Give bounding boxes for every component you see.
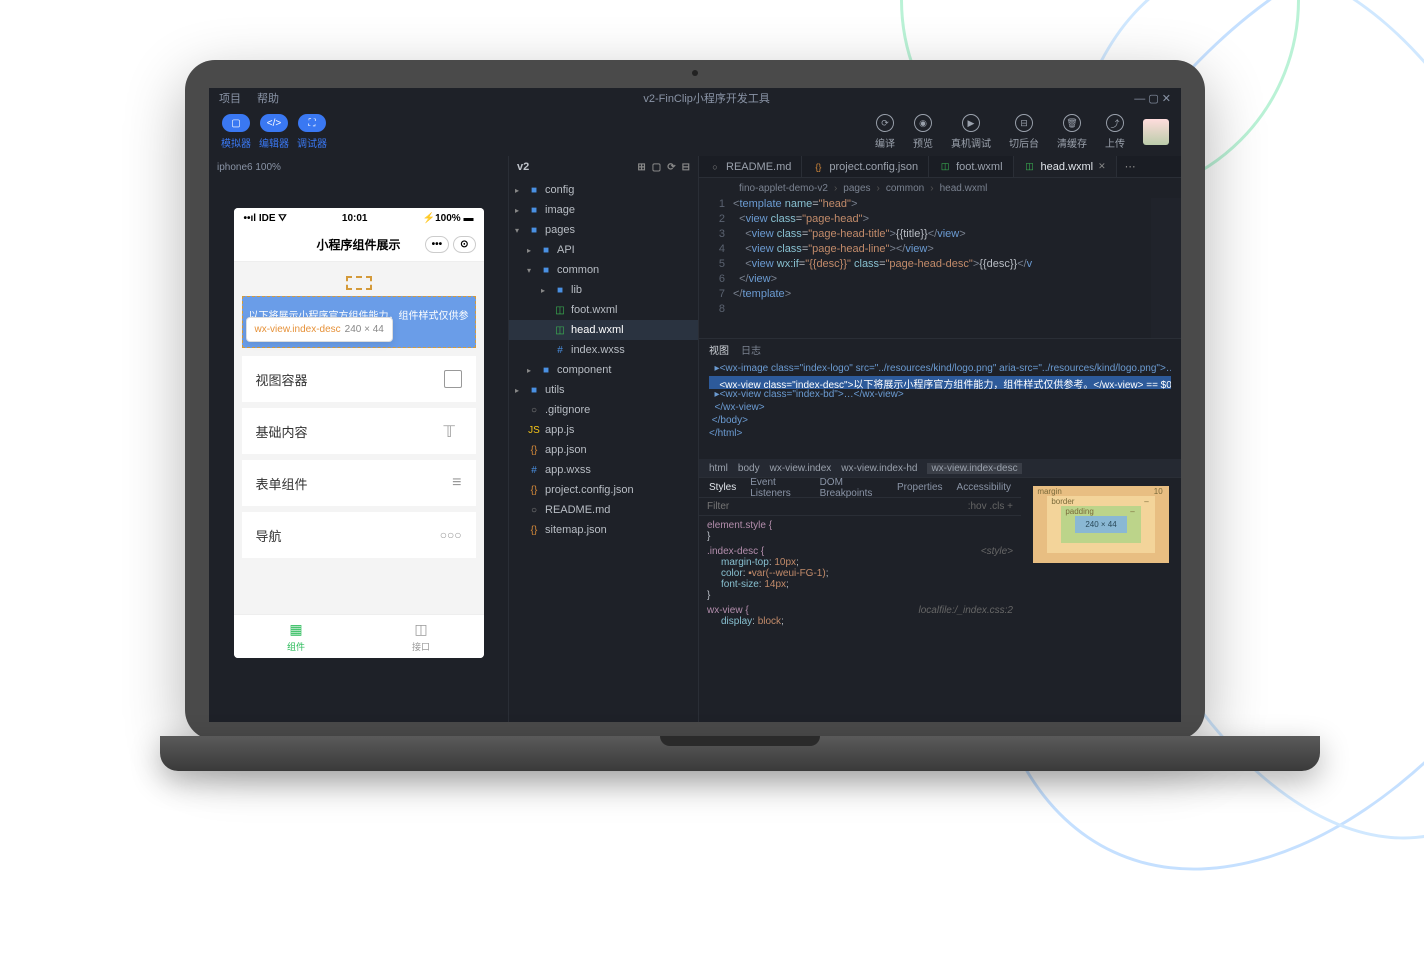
menu-item-view-container[interactable]: 视图容器	[242, 356, 476, 402]
editor-tab[interactable]: ◫head.wxml✕	[1014, 156, 1117, 177]
device-info[interactable]: iphone6 100%	[209, 156, 508, 178]
ide-window: 项目 帮助 v2-FinClip小程序开发工具 — ▢ ✕ ▢ 模拟器 </> …	[209, 88, 1181, 722]
dom-breadcrumb: html body wx-view.index wx-view.index-hd…	[699, 459, 1181, 477]
compile-button[interactable]: ⟳编译	[875, 114, 895, 150]
menu-item[interactable]: 帮助	[257, 90, 279, 106]
preview-button[interactable]: ◉预览	[913, 114, 933, 150]
user-avatar[interactable]	[1143, 119, 1169, 145]
tab-properties[interactable]: Properties	[897, 482, 943, 493]
text-icon: 𝕋	[444, 422, 462, 440]
refresh-icon[interactable]: ⟳	[667, 162, 675, 173]
toolbar: ▢ 模拟器 </> 编辑器 ⛶ 调试器 ⟳编译 ◉预览 ▶真机调试	[209, 108, 1181, 156]
page-title: 小程序组件展示	[316, 236, 400, 253]
menu-item-form[interactable]: 表单组件≡	[242, 460, 476, 506]
file-item[interactable]: ◫foot.wxml	[509, 300, 698, 320]
new-file-icon[interactable]: ⊞	[637, 162, 645, 173]
project-root[interactable]: v2	[517, 161, 529, 173]
minimap[interactable]	[1151, 198, 1181, 338]
background-icon: ⊟	[1015, 114, 1033, 132]
devtools-tab-elements[interactable]: 视图	[709, 342, 729, 357]
laptop-frame: 项目 帮助 v2-FinClip小程序开发工具 — ▢ ✕ ▢ 模拟器 </> …	[160, 60, 1230, 790]
device-icon: ▶	[962, 114, 980, 132]
folder-item[interactable]: ▸■config	[509, 180, 698, 200]
box-model[interactable]: margin10 border– padding– 240 × 44	[1021, 478, 1181, 722]
phone-tabbar: ▦组件 ◫接口	[234, 614, 484, 658]
editor-tab[interactable]: ○README.md	[699, 156, 802, 177]
logo-placeholder	[346, 276, 372, 290]
tab-accessibility[interactable]: Accessibility	[957, 482, 1011, 493]
folder-item[interactable]: ▾■common	[509, 260, 698, 280]
simulator-icon: ▢	[222, 114, 250, 132]
dom-tree[interactable]: ▸<wx-image class="index-logo" src="../re…	[699, 359, 1181, 459]
window-title: v2-FinClip小程序开发工具	[643, 90, 770, 106]
tabbar-components[interactable]: ▦组件	[234, 615, 359, 658]
menu-item[interactable]: 项目	[219, 90, 241, 106]
devtools: 视图 日志 ▸<wx-image class="index-logo" src=…	[699, 338, 1181, 722]
folder-item[interactable]: ▸■image	[509, 200, 698, 220]
mode-simulator[interactable]: ▢ 模拟器	[221, 114, 251, 150]
file-item[interactable]: ◫head.wxml	[509, 320, 698, 340]
styles-toggles[interactable]: :hov .cls +	[968, 501, 1013, 512]
editor-panel: ○README.md{}project.config.json◫foot.wxm…	[699, 156, 1181, 722]
card-icon	[444, 370, 462, 388]
editor-tab[interactable]: {}project.config.json	[802, 156, 929, 177]
menu-item-basic-content[interactable]: 基础内容𝕋	[242, 408, 476, 454]
file-item[interactable]: {}sitemap.json	[509, 520, 698, 540]
file-item[interactable]: {}project.config.json	[509, 480, 698, 500]
styles-filter-input[interactable]	[707, 501, 807, 512]
list-icon: ≡	[452, 474, 461, 492]
new-folder-icon[interactable]: ▢	[652, 162, 661, 173]
tab-dom-breakpoints[interactable]: DOM Breakpoints	[820, 477, 883, 499]
tabs-overflow-icon[interactable]: ⋯	[1117, 156, 1144, 177]
remote-debug-button[interactable]: ▶真机调试	[951, 114, 991, 150]
simulator-panel: iphone6 100% ••ıl IDE ⛛ 10:01 ⚡100% ▬ 小程…	[209, 156, 509, 722]
more-icon: ○○○	[440, 528, 462, 542]
file-item[interactable]: {}app.json	[509, 440, 698, 460]
folder-item[interactable]: ▸■API	[509, 240, 698, 260]
file-item[interactable]: #index.wxss	[509, 340, 698, 360]
upload-icon: ⤴	[1106, 114, 1124, 132]
folder-item[interactable]: ▸■lib	[509, 280, 698, 300]
preview-icon: ◉	[914, 114, 932, 132]
file-explorer: v2 ⊞ ▢ ⟳ ⊟ ▸■config▸■image▾■pages▸■API▾■…	[509, 156, 699, 722]
file-item[interactable]: ○README.md	[509, 500, 698, 520]
phone-status-bar: ••ıl IDE ⛛ 10:01 ⚡100% ▬	[234, 208, 484, 228]
window-controls[interactable]: — ▢ ✕	[1134, 92, 1171, 105]
mode-debugger[interactable]: ⛶ 调试器	[297, 114, 327, 150]
capsule-menu-icon[interactable]: •••	[425, 236, 450, 253]
breadcrumb[interactable]: fino-applet-demo-v2› pages› common› head…	[699, 178, 1181, 198]
phone-preview[interactable]: ••ıl IDE ⛛ 10:01 ⚡100% ▬ 小程序组件展示 •••⊙	[234, 208, 484, 658]
tabbar-api[interactable]: ◫接口	[359, 615, 484, 658]
tab-event-listeners[interactable]: Event Listeners	[750, 477, 805, 499]
folder-item[interactable]: ▸■component	[509, 360, 698, 380]
menu-bar: 项目 帮助 v2-FinClip小程序开发工具 — ▢ ✕	[209, 88, 1181, 108]
menu-item-nav[interactable]: 导航○○○	[242, 512, 476, 558]
inspect-tooltip: wx-view.index-desc240 × 44	[246, 317, 393, 342]
capsule-close-icon[interactable]: ⊙	[453, 236, 475, 253]
mode-editor[interactable]: </> 编辑器	[259, 114, 289, 150]
upload-button[interactable]: ⤴上传	[1105, 114, 1125, 150]
trash-icon: 🗑	[1063, 114, 1081, 132]
file-item[interactable]: JSapp.js	[509, 420, 698, 440]
editor-icon: </>	[260, 114, 288, 132]
file-item[interactable]: #app.wxss	[509, 460, 698, 480]
close-icon[interactable]: ✕	[1098, 161, 1106, 172]
folder-item[interactable]: ▸■utils	[509, 380, 698, 400]
phone-nav-bar: 小程序组件展示 •••⊙	[234, 228, 484, 262]
devtools-tab-console[interactable]: 日志	[741, 342, 761, 357]
file-item[interactable]: ○.gitignore	[509, 400, 698, 420]
editor-tab[interactable]: ◫foot.wxml	[929, 156, 1013, 177]
api-icon: ◫	[414, 621, 427, 638]
debugger-icon: ⛶	[298, 114, 326, 132]
grid-icon: ▦	[289, 621, 302, 638]
folder-item[interactable]: ▾■pages	[509, 220, 698, 240]
collapse-icon[interactable]: ⊟	[682, 162, 690, 173]
background-button[interactable]: ⊟切后台	[1009, 114, 1039, 150]
editor-tabs: ○README.md{}project.config.json◫foot.wxm…	[699, 156, 1181, 178]
compile-icon: ⟳	[876, 114, 894, 132]
code-editor[interactable]: 12345678 <template name="head"> <view cl…	[699, 198, 1181, 338]
tab-styles[interactable]: Styles	[709, 482, 736, 493]
styles-pane[interactable]: element.style {} <style> .index-desc { m…	[699, 516, 1021, 722]
clear-cache-button[interactable]: 🗑清缓存	[1057, 114, 1087, 150]
